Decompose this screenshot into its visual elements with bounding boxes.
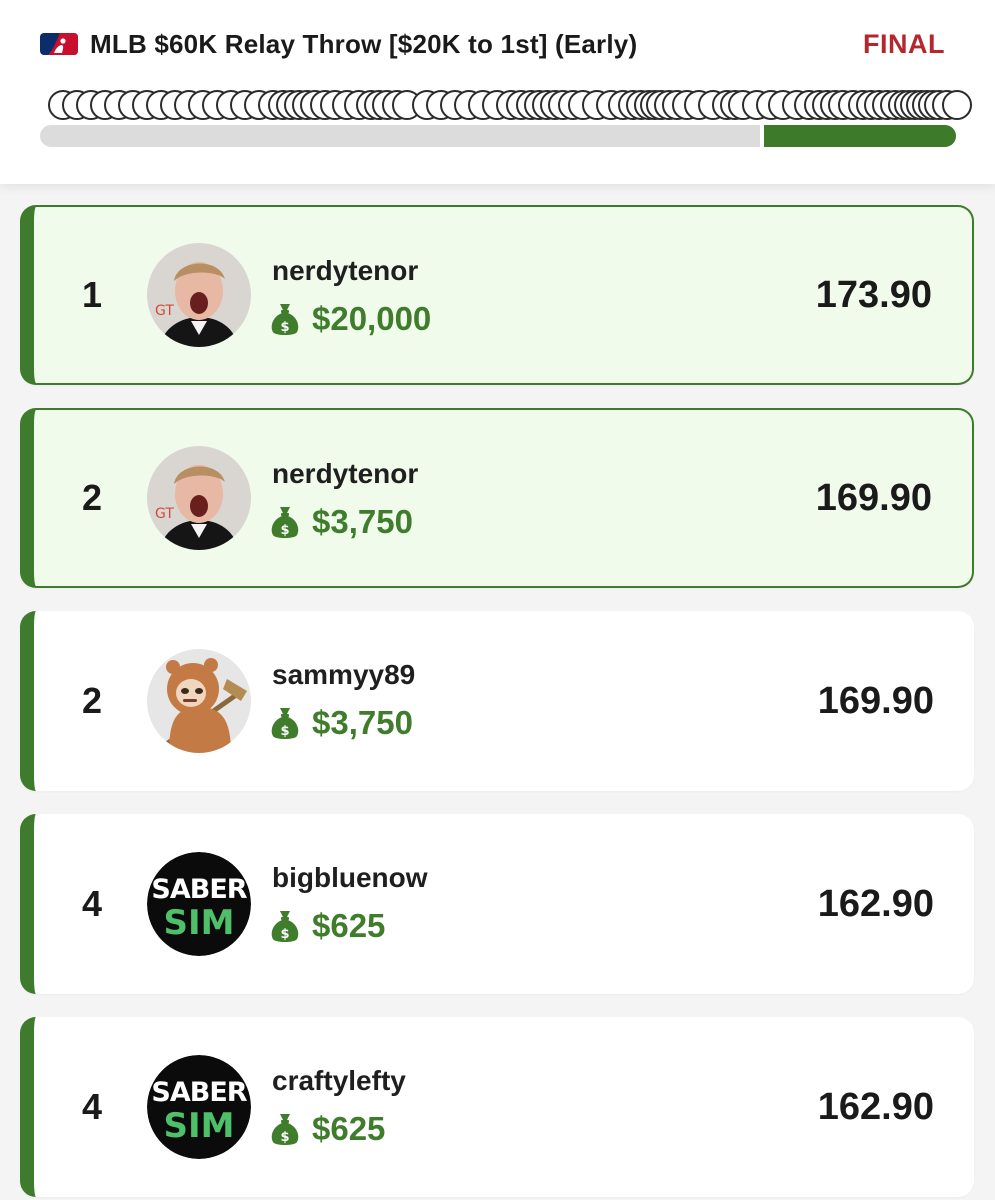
rank: 2 [82,680,103,721]
contest-progress-fill [759,125,956,147]
prize: $ $3,750 [270,502,413,542]
score: 169.90 [817,679,934,722]
svg-text:$: $ [280,523,289,538]
svg-text:$: $ [280,724,289,739]
avatar: SABER SIM [147,1055,251,1159]
rank: 2 [82,477,103,518]
sabersim-logo-icon: SABER SIM [147,1055,251,1159]
prize-amount: $3,750 [312,704,413,741]
prize-amount: $3,750 [312,503,413,540]
sloth-cartoon-avatar-icon [147,649,251,753]
score: 162.90 [817,1085,934,1128]
username[interactable]: nerdytenor [272,255,418,287]
money-bag-icon: $ [271,911,299,942]
contest-title: MLB $60K Relay Throw [$20K to 1st] (Earl… [90,28,638,59]
person-photo-avatar-icon: GT [147,243,251,347]
rank: 4 [82,1086,103,1127]
money-bag-icon: $ [271,304,299,335]
username[interactable]: sammyy89 [272,659,415,691]
svg-text:GT: GT [155,506,174,522]
money-bag-icon: $ [271,1114,299,1145]
leaderboard-row[interactable]: 2 sammyy89 $ $3,750 169.90 [20,611,974,791]
username[interactable]: bigbluenow [272,862,428,894]
contest-progress-bar [40,125,956,147]
score: 162.90 [817,882,934,925]
contest-status: FINAL [863,28,945,59]
sabersim-logo-icon: SABER SIM [147,852,251,956]
svg-text:SIM: SIM [164,903,235,943]
mlb-logo-icon [40,33,78,55]
leaderboard-row[interactable]: 2 GT nerdytenor $ $3,750 169.90 [20,408,974,588]
rank: 4 [82,883,103,924]
money-bag-icon: $ [271,507,299,538]
prize: $ $3,750 [270,703,413,743]
prize: $ $625 [270,906,385,946]
svg-text:GT: GT [155,303,174,319]
prize-amount: $625 [312,907,386,944]
avatar: GT [147,243,251,347]
svg-text:SABER: SABER [151,874,247,905]
contest-header: MLB $60K Relay Throw [$20K to 1st] (Earl… [0,0,995,184]
prize-amount: $20,000 [312,300,432,337]
avatar: GT [147,446,251,550]
username[interactable]: nerdytenor [272,458,418,490]
money-bag-icon: $ [271,708,299,739]
score: 173.90 [815,273,932,316]
svg-text:SABER: SABER [151,1077,247,1108]
leaderboard-row[interactable]: 1 GT nerdytenor $ $20,000 173.90 [20,205,974,385]
prize: $ $625 [270,1109,385,1149]
leaderboard-row[interactable]: 4 SABER SIM bigbluenow $ $625 162.90 [20,814,974,994]
entrants-avatar-strip[interactable] [48,90,972,124]
svg-text:$: $ [280,927,289,942]
entrant-avatar[interactable] [942,90,972,120]
svg-text:$: $ [280,320,289,335]
username[interactable]: craftylefty [272,1065,406,1097]
prize: $ $20,000 [270,299,431,339]
svg-text:SIM: SIM [164,1106,235,1146]
person-photo-avatar-icon: GT [147,446,251,550]
avatar [147,649,251,753]
leaderboard-row[interactable]: 4 SABER SIM craftylefty $ $625 162.90 [20,1017,974,1197]
avatar: SABER SIM [147,852,251,956]
score: 169.90 [815,476,932,519]
prize-amount: $625 [312,1110,386,1147]
title-row: MLB $60K Relay Throw [$20K to 1st] (Earl… [40,27,945,61]
svg-text:$: $ [280,1130,289,1145]
rank: 1 [82,274,103,315]
